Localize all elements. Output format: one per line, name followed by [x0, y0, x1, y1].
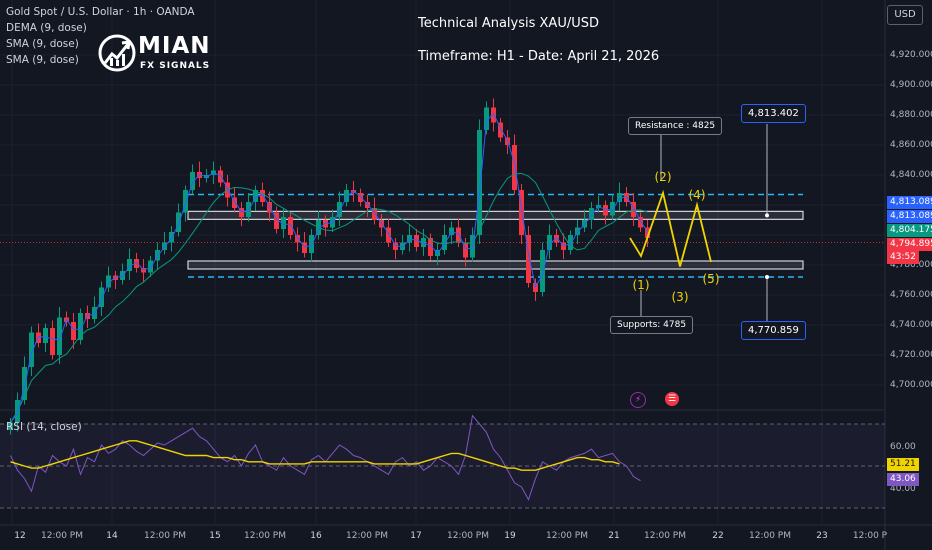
us-flag-icon[interactable]: ☰	[665, 392, 679, 406]
time-tick: 12:00 PM	[644, 531, 686, 541]
price-tick: 4,740.000	[890, 320, 932, 330]
time-tick: 12:00 PM	[244, 531, 286, 541]
price-tick: 4,900.000	[890, 80, 932, 90]
upper-target-label[interactable]: 4,813.402	[741, 104, 806, 123]
candle-body	[575, 227, 580, 235]
lightning-icon[interactable]: ⚡	[630, 392, 646, 408]
time-tick: 21	[608, 531, 620, 541]
time-tick: 19	[504, 531, 516, 541]
candle-body	[372, 208, 377, 220]
candle-body	[323, 220, 328, 228]
time-tick: 12:00 PM	[447, 531, 489, 541]
time-tick: 12:00 PM	[346, 531, 388, 541]
lower-target-dot	[765, 275, 769, 279]
candle-body	[148, 260, 153, 273]
candle-body	[554, 235, 559, 243]
price-tick: 4,860.000	[890, 140, 932, 150]
candle-countdown: 43:52	[887, 251, 919, 264]
price-tick: 4,920.000	[890, 50, 932, 60]
time-tick: 12:00 PM	[41, 531, 83, 541]
indicator-sma-1: SMA (9, dose)	[6, 38, 79, 50]
candle-body	[218, 170, 223, 183]
candle-body	[540, 250, 545, 292]
time-tick: 22	[712, 531, 724, 541]
candle-body	[449, 227, 454, 235]
wave-3-label: (3)	[671, 290, 689, 304]
upper-target-dot	[765, 213, 769, 218]
time-tick: 16	[310, 531, 322, 541]
candle-body	[71, 322, 76, 340]
candle-body	[386, 227, 391, 243]
price-tag-last: 4,794.895	[887, 238, 932, 251]
support-label[interactable]: Supports: 4785	[610, 316, 694, 334]
candle-body	[330, 217, 335, 228]
resistance-zone	[187, 210, 804, 220]
rsi-label: RSI (14, close)	[6, 421, 82, 433]
price-tick: 4,700.000	[890, 380, 932, 390]
wave-2-label: (2)	[654, 170, 672, 184]
candle-body	[512, 145, 517, 190]
time-tick: 12:00 PM	[546, 531, 588, 541]
candle-body	[260, 190, 265, 202]
time-tick: 12:00 PM	[144, 531, 186, 541]
wave-projection	[629, 189, 712, 267]
candle-body	[610, 202, 615, 216]
analysis-subtitle: Timeframe: H1 - Date: April 21, 2026	[418, 49, 660, 64]
candle-body	[288, 217, 293, 235]
wave-4-label: (4)	[688, 188, 706, 202]
logo-tagline: FX SIGNALS	[140, 61, 211, 71]
candle-body	[442, 235, 447, 250]
candle-body	[309, 235, 314, 253]
candle-body	[50, 328, 55, 355]
time-tick: 12:00 P	[852, 531, 888, 541]
indicator-dema: DEMA (9, dose)	[6, 22, 87, 34]
price-tick: 4,840.000	[890, 170, 932, 180]
time-tick: 12:00 PM	[749, 531, 791, 541]
chart-canvas[interactable]	[0, 0, 932, 550]
price-tag-sma-2: 4,804.175	[887, 224, 932, 237]
currency-button[interactable]: USD	[887, 5, 923, 25]
candle-body	[456, 227, 461, 243]
lower-target-label[interactable]: 4,770.859	[741, 321, 806, 340]
wave-5-label: (5)	[702, 272, 720, 286]
time-tick: 23	[816, 531, 828, 541]
candle-body	[43, 328, 48, 343]
indicator-sma-2: SMA (9, dose)	[6, 54, 79, 66]
symbol-title: Gold Spot / U.S. Dollar · 1h · OANDA	[6, 6, 195, 18]
price-tag-dema: 4,813.089	[887, 196, 932, 209]
candle-body	[92, 307, 97, 319]
wave-1-label: (1)	[632, 278, 650, 292]
price-tick: 4,880.000	[890, 110, 932, 120]
candle-body	[176, 212, 181, 232]
candle-body	[477, 130, 482, 235]
time-tick: 15	[209, 531, 221, 541]
rsi-value-tag: 43.06	[887, 473, 919, 486]
logo-wordmark: MIAN	[138, 33, 211, 59]
time-tick: 14	[106, 531, 118, 541]
wave-path	[629, 189, 712, 267]
rsi-sma-tag: 51.21	[887, 458, 919, 471]
price-tick: 4,760.000	[890, 290, 932, 300]
candle-body	[358, 193, 363, 202]
price-tick: 4,720.000	[890, 350, 932, 360]
rsi-pane	[0, 414, 885, 509]
price-tag-sma: 4,813.089	[887, 210, 932, 223]
resistance-label[interactable]: Resistance : 4825	[628, 117, 723, 135]
candle-body	[120, 271, 125, 280]
time-tick: 12	[14, 531, 26, 541]
logo-icon	[98, 30, 136, 76]
rsi-tick: 60.00	[890, 442, 916, 452]
support-zone	[187, 260, 804, 270]
candle-body	[246, 202, 251, 217]
time-tick: 17	[410, 531, 422, 541]
candle-body	[603, 205, 608, 216]
analysis-title: Technical Analysis XAU/USD	[418, 16, 599, 31]
